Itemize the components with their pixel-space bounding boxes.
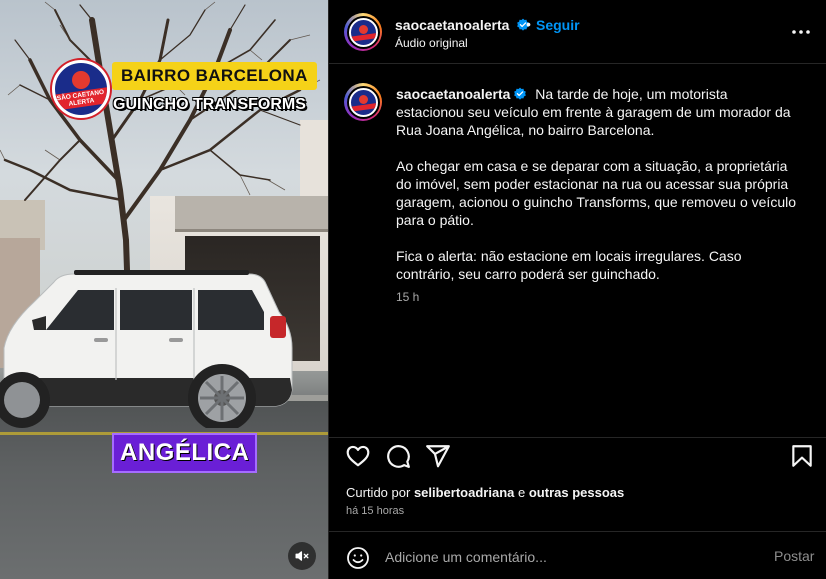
logo-text: SÃO CAETANO ALERTA	[55, 86, 107, 112]
mute-button[interactable]	[288, 542, 316, 570]
white-car	[0, 270, 293, 428]
posted-ago: há 15 horas	[346, 505, 405, 517]
street-tag: ANGÉLICA	[112, 433, 258, 473]
comment-input[interactable]	[385, 546, 755, 568]
header-username[interactable]: saocaetanoalerta	[395, 17, 530, 33]
separator: •	[526, 16, 531, 32]
liker-username[interactable]: selibertoadriana	[414, 485, 514, 500]
comment-bar: Postar	[329, 531, 826, 579]
garage-roof	[175, 196, 328, 232]
company-tag: GUINCHO TRANSFORMS	[113, 96, 306, 113]
post-comment-button[interactable]: Postar	[774, 547, 814, 565]
follow-button[interactable]: Seguir	[536, 17, 580, 33]
likes-prefix: Curtido por	[346, 485, 411, 500]
share-icon[interactable]	[425, 443, 451, 469]
caption-avatar[interactable]	[344, 83, 382, 121]
caption-text: saocaetanoalerta Na tarde de hoje, um mo…	[396, 85, 796, 301]
emoji-icon[interactable]	[346, 546, 370, 570]
post-header: saocaetanoalerta • Seguir Áudio original	[329, 0, 826, 64]
verified-icon	[514, 87, 527, 100]
caption-paragraph: Ao chegar em casa e se deparar com a sit…	[396, 158, 797, 228]
likes-connector: e	[518, 485, 526, 500]
caption-paragraph: Fica o alerta: não estacione em locais i…	[396, 248, 742, 282]
sun-icon	[72, 71, 90, 89]
bookmark-icon[interactable]	[789, 443, 815, 469]
caption-area: saocaetanoalerta Na tarde de hoje, um mo…	[329, 65, 826, 437]
news-logo-badge: SÃO CAETANO ALERTA	[52, 60, 110, 118]
neighborhood-tag: BAIRRO BARCELONA	[112, 62, 317, 90]
caption-timestamp[interactable]: 15 h	[396, 290, 419, 304]
post-media[interactable]: SÃO CAETANO ALERTA BAIRRO BARCELONA GUIN…	[0, 0, 328, 579]
other-likers-link[interactable]: outras pessoas	[529, 485, 624, 500]
post-panel: saocaetanoalerta • Seguir Áudio original…	[328, 0, 826, 579]
action-bar	[329, 437, 826, 475]
comment-icon[interactable]	[385, 443, 411, 469]
more-icon[interactable]	[789, 22, 813, 42]
heart-icon[interactable]	[345, 443, 371, 469]
caption-username[interactable]: saocaetanoalerta	[396, 86, 510, 102]
audio-label[interactable]: Áudio original	[395, 36, 468, 50]
mute-icon	[295, 551, 309, 561]
likes-summary: Curtido por selibertoadriana e outras pe…	[346, 485, 624, 501]
avatar[interactable]	[344, 13, 382, 51]
header-username-text[interactable]: saocaetanoalerta	[395, 17, 509, 33]
